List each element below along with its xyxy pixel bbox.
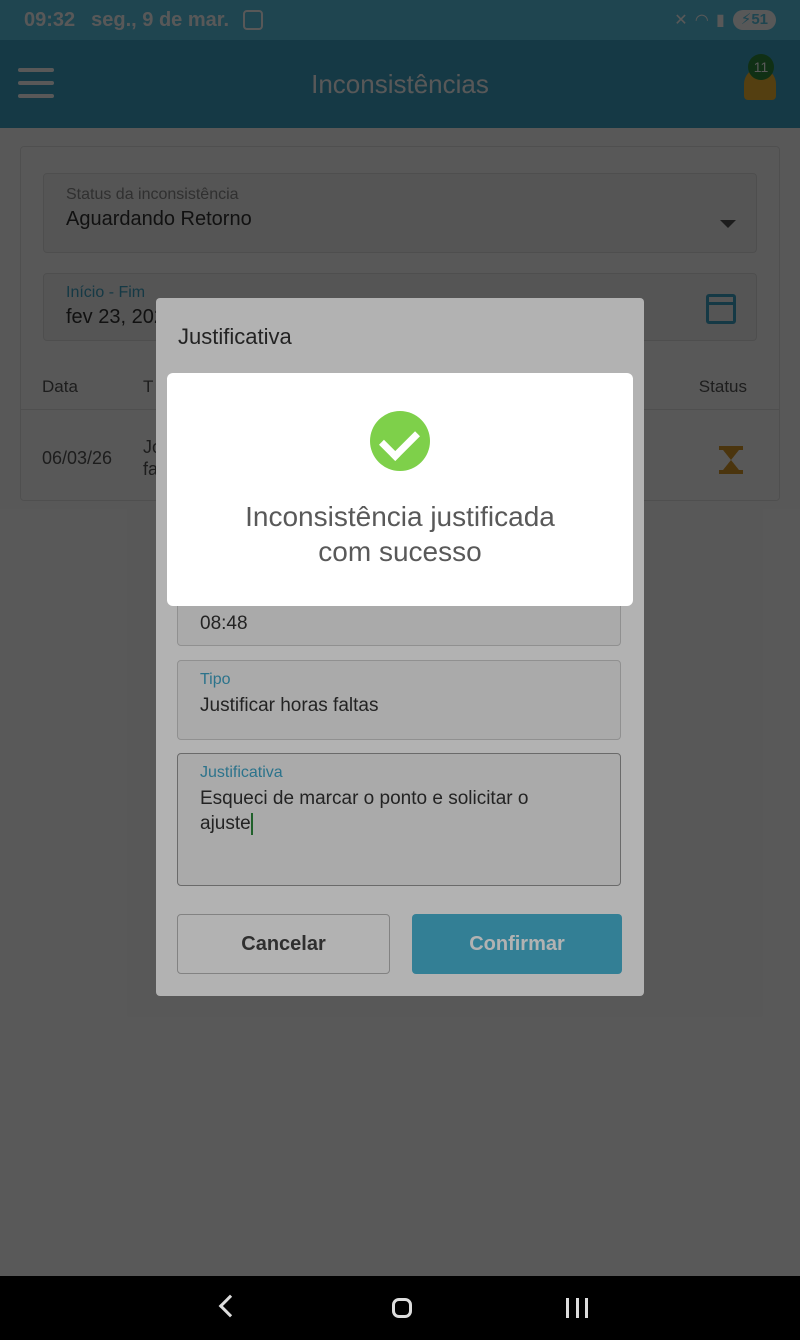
success-toast: Inconsistência justificada com sucesso [167,373,633,606]
back-icon[interactable] [218,1294,242,1318]
system-nav-bar [0,1276,800,1340]
toast-backdrop [0,0,800,1276]
home-icon[interactable] [392,1298,412,1318]
check-circle-icon [370,411,430,471]
recent-apps-icon[interactable] [566,1298,588,1318]
success-message: Inconsistência justificada com sucesso [245,501,555,567]
